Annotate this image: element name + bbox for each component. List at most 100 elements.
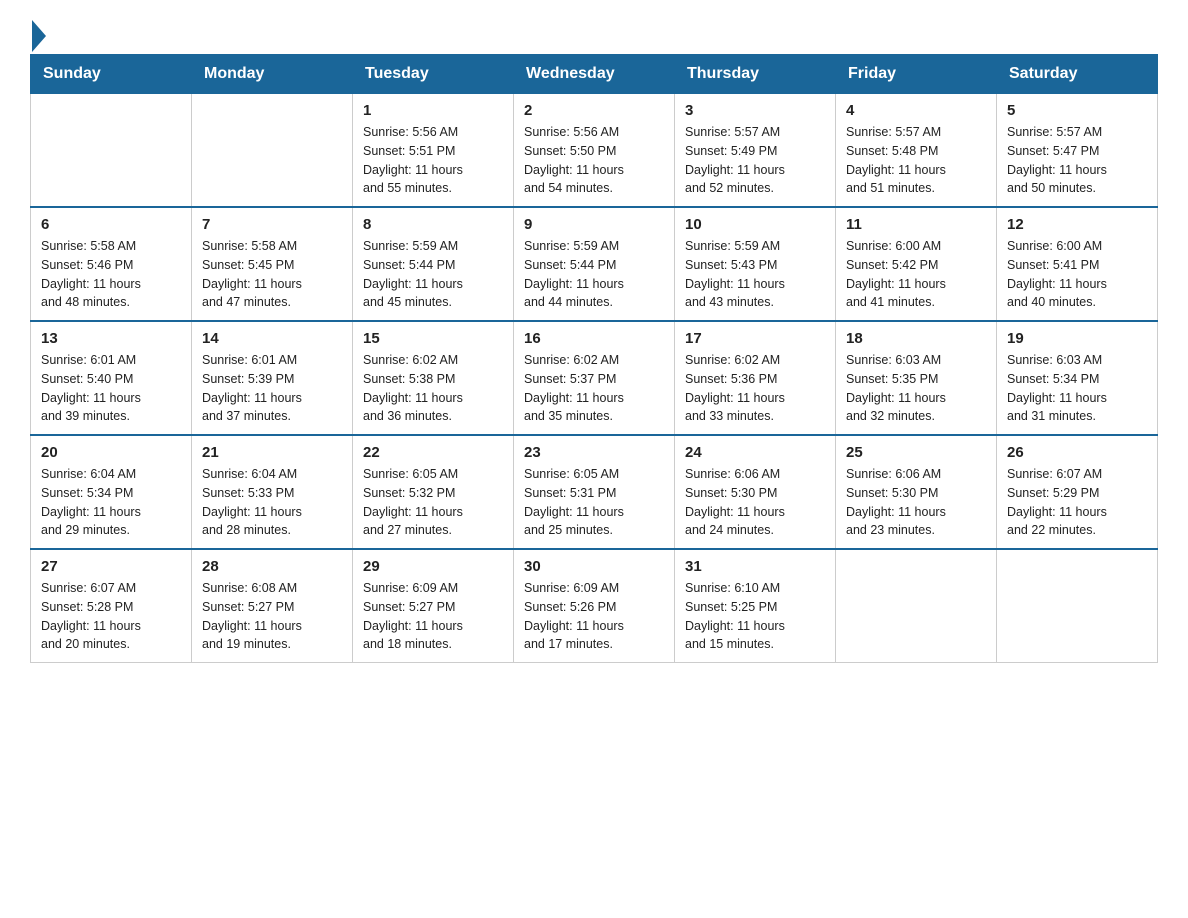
calendar-header-friday: Friday — [836, 55, 997, 94]
calendar-cell: 15 Sunrise: 6:02 AM Sunset: 5:38 PM Dayli… — [353, 321, 514, 435]
day-number: 18 — [846, 330, 986, 347]
calendar-cell: 4 Sunrise: 5:57 AM Sunset: 5:48 PM Daylig… — [836, 94, 997, 208]
day-info: Sunrise: 6:04 AM Sunset: 5:33 PM Dayligh… — [202, 465, 342, 540]
calendar-week-row-3: 13 Sunrise: 6:01 AM Sunset: 5:40 PM Dayli… — [31, 321, 1158, 435]
day-info: Sunrise: 6:04 AM Sunset: 5:34 PM Dayligh… — [41, 465, 181, 540]
day-number: 8 — [363, 216, 503, 233]
day-number: 5 — [1007, 102, 1147, 119]
day-number: 9 — [524, 216, 664, 233]
calendar-cell: 1Sunrise: 5:56 AM Sunset: 5:51 PM Daylig… — [353, 94, 514, 208]
day-number: 1 — [363, 102, 503, 119]
day-info: Sunrise: 6:07 AM Sunset: 5:29 PM Dayligh… — [1007, 465, 1147, 540]
day-number: 3 — [685, 102, 825, 119]
day-info: Sunrise: 5:59 AM Sunset: 5:44 PM Dayligh… — [363, 237, 503, 312]
day-info: Sunrise: 6:09 AM Sunset: 5:26 PM Dayligh… — [524, 579, 664, 654]
calendar-cell: 11 Sunrise: 6:00 AM Sunset: 5:42 PM Dayli… — [836, 207, 997, 321]
day-info: Sunrise: 6:02 AM Sunset: 5:36 PM Dayligh… — [685, 351, 825, 426]
calendar-cell: 21 Sunrise: 6:04 AM Sunset: 5:33 PM Dayli… — [192, 435, 353, 549]
day-info: Sunrise: 6:09 AM Sunset: 5:27 PM Dayligh… — [363, 579, 503, 654]
calendar-cell: 16Sunrise: 6:02 AM Sunset: 5:37 PM Dayli… — [514, 321, 675, 435]
calendar-cell — [836, 549, 997, 663]
calendar-cell: 2 Sunrise: 5:56 AM Sunset: 5:50 PM Daylig… — [514, 94, 675, 208]
day-number: 28 — [202, 558, 342, 575]
day-info: Sunrise: 6:00 AM Sunset: 5:41 PM Dayligh… — [1007, 237, 1147, 312]
day-number: 21 — [202, 444, 342, 461]
day-info: Sunrise: 6:05 AM Sunset: 5:32 PM Dayligh… — [363, 465, 503, 540]
calendar-cell: 25 Sunrise: 6:06 AM Sunset: 5:30 PM Dayli… — [836, 435, 997, 549]
calendar-cell: 8 Sunrise: 5:59 AM Sunset: 5:44 PM Daylig… — [353, 207, 514, 321]
calendar-cell: 23 Sunrise: 6:05 AM Sunset: 5:31 PM Dayli… — [514, 435, 675, 549]
calendar-cell: 9Sunrise: 5:59 AM Sunset: 5:44 PM Daylig… — [514, 207, 675, 321]
day-info: Sunrise: 6:01 AM Sunset: 5:40 PM Dayligh… — [41, 351, 181, 426]
day-info: Sunrise: 6:10 AM Sunset: 5:25 PM Dayligh… — [685, 579, 825, 654]
day-number: 14 — [202, 330, 342, 347]
calendar-cell: 12Sunrise: 6:00 AM Sunset: 5:41 PM Dayli… — [997, 207, 1158, 321]
day-info: Sunrise: 6:07 AM Sunset: 5:28 PM Dayligh… — [41, 579, 181, 654]
day-info: Sunrise: 5:57 AM Sunset: 5:48 PM Dayligh… — [846, 123, 986, 198]
day-info: Sunrise: 6:08 AM Sunset: 5:27 PM Dayligh… — [202, 579, 342, 654]
header-area — [30, 20, 1158, 44]
day-number: 29 — [363, 558, 503, 575]
calendar-cell: 10 Sunrise: 5:59 AM Sunset: 5:43 PM Dayli… — [675, 207, 836, 321]
day-number: 26 — [1007, 444, 1147, 461]
day-info: Sunrise: 5:56 AM Sunset: 5:50 PM Dayligh… — [524, 123, 664, 198]
day-info: Sunrise: 6:05 AM Sunset: 5:31 PM Dayligh… — [524, 465, 664, 540]
logo — [30, 20, 46, 44]
calendar-week-row-1: 1Sunrise: 5:56 AM Sunset: 5:51 PM Daylig… — [31, 94, 1158, 208]
calendar-cell: 19Sunrise: 6:03 AM Sunset: 5:34 PM Dayli… — [997, 321, 1158, 435]
day-info: Sunrise: 6:02 AM Sunset: 5:38 PM Dayligh… — [363, 351, 503, 426]
day-number: 20 — [41, 444, 181, 461]
calendar-header-saturday: Saturday — [997, 55, 1158, 94]
day-number: 31 — [685, 558, 825, 575]
day-number: 13 — [41, 330, 181, 347]
day-info: Sunrise: 6:06 AM Sunset: 5:30 PM Dayligh… — [685, 465, 825, 540]
calendar-cell: 31 Sunrise: 6:10 AM Sunset: 5:25 PM Dayli… — [675, 549, 836, 663]
day-number: 2 — [524, 102, 664, 119]
day-info: Sunrise: 5:57 AM Sunset: 5:47 PM Dayligh… — [1007, 123, 1147, 198]
calendar-week-row-5: 27 Sunrise: 6:07 AM Sunset: 5:28 PM Dayli… — [31, 549, 1158, 663]
calendar-header-wednesday: Wednesday — [514, 55, 675, 94]
calendar-week-row-2: 6Sunrise: 5:58 AM Sunset: 5:46 PM Daylig… — [31, 207, 1158, 321]
day-number: 24 — [685, 444, 825, 461]
day-number: 22 — [363, 444, 503, 461]
calendar-cell: 18 Sunrise: 6:03 AM Sunset: 5:35 PM Dayli… — [836, 321, 997, 435]
day-number: 4 — [846, 102, 986, 119]
day-info: Sunrise: 5:59 AM Sunset: 5:43 PM Dayligh… — [685, 237, 825, 312]
calendar-cell — [192, 94, 353, 208]
calendar-header-sunday: Sunday — [31, 55, 192, 94]
logo-arrow-icon — [32, 20, 46, 52]
calendar-cell: 22 Sunrise: 6:05 AM Sunset: 5:32 PM Dayli… — [353, 435, 514, 549]
calendar-header-row: SundayMondayTuesdayWednesdayThursdayFrid… — [31, 55, 1158, 94]
calendar-cell — [31, 94, 192, 208]
calendar-header-thursday: Thursday — [675, 55, 836, 94]
calendar-cell: 6Sunrise: 5:58 AM Sunset: 5:46 PM Daylig… — [31, 207, 192, 321]
calendar-table: SundayMondayTuesdayWednesdayThursdayFrid… — [30, 54, 1158, 663]
day-info: Sunrise: 6:03 AM Sunset: 5:35 PM Dayligh… — [846, 351, 986, 426]
calendar-header-monday: Monday — [192, 55, 353, 94]
day-number: 17 — [685, 330, 825, 347]
day-number: 19 — [1007, 330, 1147, 347]
day-info: Sunrise: 6:00 AM Sunset: 5:42 PM Dayligh… — [846, 237, 986, 312]
calendar-cell: 29 Sunrise: 6:09 AM Sunset: 5:27 PM Dayli… — [353, 549, 514, 663]
day-number: 6 — [41, 216, 181, 233]
day-number: 15 — [363, 330, 503, 347]
day-number: 11 — [846, 216, 986, 233]
calendar-cell: 14Sunrise: 6:01 AM Sunset: 5:39 PM Dayli… — [192, 321, 353, 435]
day-number: 27 — [41, 558, 181, 575]
calendar-cell: 17 Sunrise: 6:02 AM Sunset: 5:36 PM Dayli… — [675, 321, 836, 435]
calendar-cell: 20 Sunrise: 6:04 AM Sunset: 5:34 PM Dayli… — [31, 435, 192, 549]
calendar-week-row-4: 20 Sunrise: 6:04 AM Sunset: 5:34 PM Dayli… — [31, 435, 1158, 549]
calendar-cell: 13 Sunrise: 6:01 AM Sunset: 5:40 PM Dayli… — [31, 321, 192, 435]
calendar-cell — [997, 549, 1158, 663]
calendar-cell: 7Sunrise: 5:58 AM Sunset: 5:45 PM Daylig… — [192, 207, 353, 321]
day-number: 23 — [524, 444, 664, 461]
day-number: 25 — [846, 444, 986, 461]
calendar-cell: 24 Sunrise: 6:06 AM Sunset: 5:30 PM Dayli… — [675, 435, 836, 549]
day-number: 30 — [524, 558, 664, 575]
day-info: Sunrise: 5:58 AM Sunset: 5:45 PM Dayligh… — [202, 237, 342, 312]
day-number: 10 — [685, 216, 825, 233]
calendar-cell: 30 Sunrise: 6:09 AM Sunset: 5:26 PM Dayli… — [514, 549, 675, 663]
calendar-cell: 3Sunrise: 5:57 AM Sunset: 5:49 PM Daylig… — [675, 94, 836, 208]
calendar-cell: 27 Sunrise: 6:07 AM Sunset: 5:28 PM Dayli… — [31, 549, 192, 663]
day-info: Sunrise: 6:06 AM Sunset: 5:30 PM Dayligh… — [846, 465, 986, 540]
